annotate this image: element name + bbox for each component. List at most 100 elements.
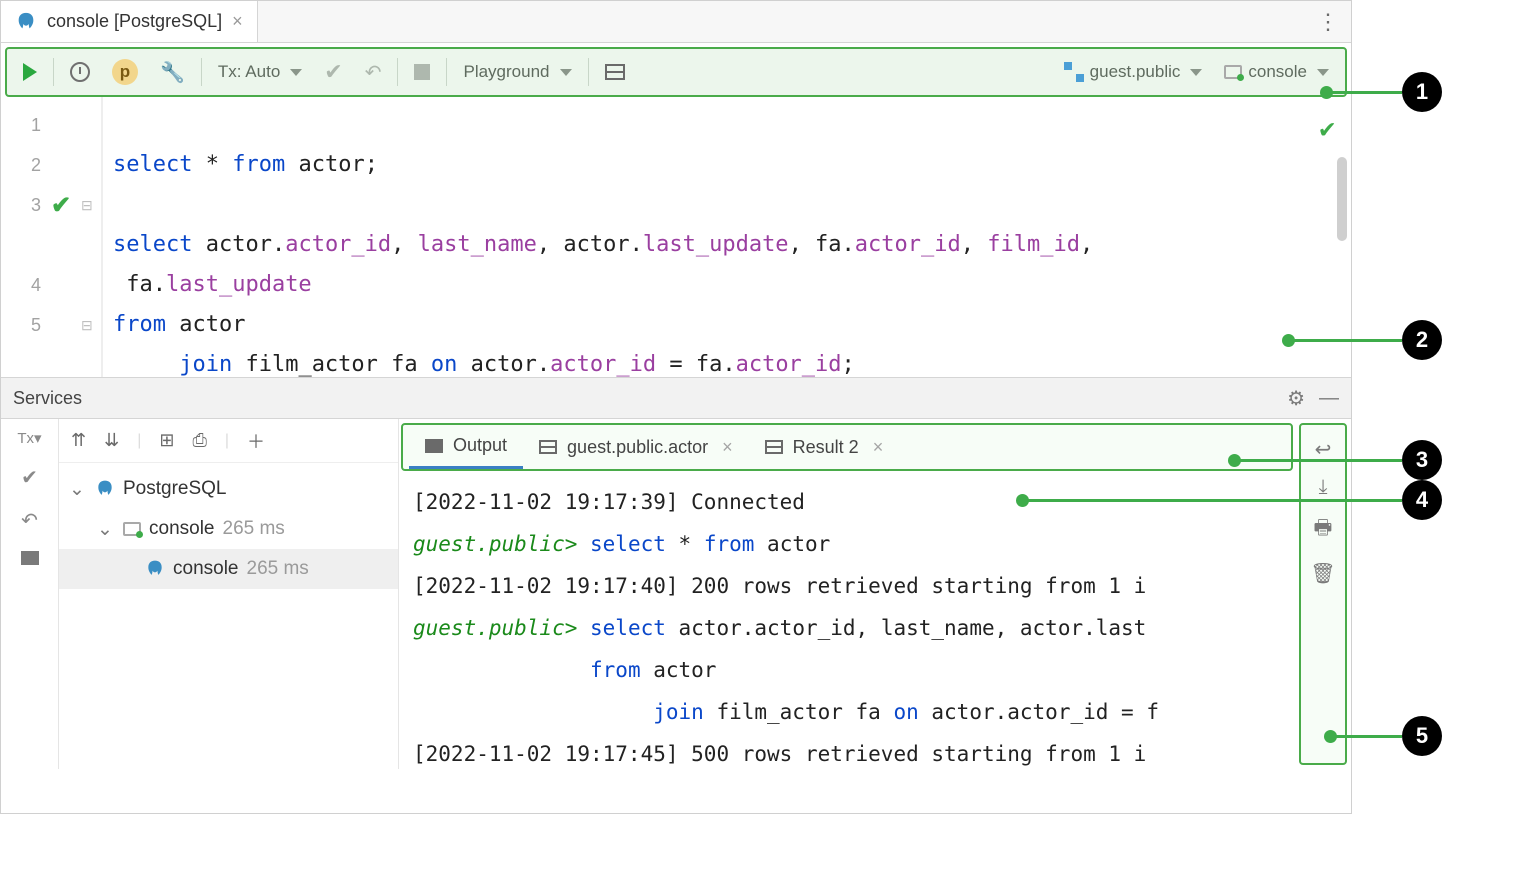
run-line-icon[interactable]: ✔ bbox=[51, 191, 71, 220]
line-number: 4 bbox=[1, 275, 41, 296]
output-icon bbox=[425, 439, 443, 453]
services-settings-icon[interactable]: ⚙ bbox=[1287, 386, 1305, 411]
app-window: console [PostgreSQL] × ⋮ p 🔧 Tx: Auto ✔ … bbox=[0, 0, 1352, 814]
tree-label: console bbox=[173, 558, 239, 580]
console-icon bbox=[1224, 65, 1242, 79]
tree-node-console[interactable]: ⌄ console 265 ms bbox=[59, 509, 398, 549]
close-tab-icon[interactable]: × bbox=[232, 11, 243, 32]
tab-result-2[interactable]: Result 2 × bbox=[749, 425, 900, 469]
callout-number: 1 bbox=[1402, 72, 1442, 112]
tree-node-console-child[interactable]: console 265 ms bbox=[59, 549, 398, 589]
tab-result-actor[interactable]: guest.public.actor × bbox=[523, 425, 749, 469]
schema-dropdown[interactable]: guest.public bbox=[1058, 58, 1209, 86]
chevron-down-icon: ⌄ bbox=[97, 518, 115, 541]
file-tab-bar: console [PostgreSQL] × ⋮ bbox=[1, 1, 1351, 43]
services-minimize-icon[interactable]: — bbox=[1319, 387, 1339, 410]
result-tabs: Output guest.public.actor × Result 2 × bbox=[401, 423, 1293, 471]
session-dropdown[interactable]: console bbox=[1218, 58, 1335, 86]
layout-icon[interactable] bbox=[21, 551, 39, 565]
chevron-down-icon bbox=[290, 69, 302, 76]
view-results-button[interactable] bbox=[599, 60, 631, 84]
close-icon[interactable]: × bbox=[873, 437, 884, 458]
callout-4: 4 bbox=[1028, 480, 1442, 520]
check-icon: ✔ bbox=[324, 59, 342, 85]
schema-label: guest.public bbox=[1090, 62, 1181, 82]
line-number: 5 bbox=[1, 315, 41, 336]
more-options-icon[interactable]: ⋮ bbox=[1303, 9, 1351, 35]
services-body: Tx▾ ✔ ↶ ⇈ ⇊ | ⊞ ⎙ | ＋ ⌄ PostgreSQL bbox=[1, 419, 1351, 769]
file-tab-console[interactable]: console [PostgreSQL] × bbox=[1, 1, 258, 42]
inspection-ok-icon[interactable]: ✔ bbox=[1319, 109, 1335, 149]
callout-3: 3 bbox=[1240, 440, 1442, 480]
sql-editor[interactable]: 1 2 3✔⊟ 4 5⊟ select * from actor; select… bbox=[1, 97, 1351, 377]
line-number: 3 bbox=[1, 195, 41, 216]
history-button[interactable] bbox=[64, 58, 96, 86]
services-tree: ⌄ PostgreSQL ⌄ console 265 ms console 26… bbox=[59, 463, 398, 595]
mode-dropdown[interactable]: Playground bbox=[457, 58, 577, 86]
tx-icon[interactable]: Tx▾ bbox=[17, 429, 41, 447]
callout-number: 2 bbox=[1402, 320, 1442, 360]
grid-icon[interactable]: ⊞ bbox=[159, 430, 174, 451]
chevron-down-icon: ⌄ bbox=[69, 478, 87, 501]
mode-label: Playground bbox=[463, 62, 549, 82]
settings-button[interactable]: 🔧 bbox=[154, 56, 191, 89]
stop-icon bbox=[414, 64, 430, 80]
tree-root[interactable]: ⌄ PostgreSQL bbox=[59, 469, 398, 509]
tab-label: guest.public.actor bbox=[567, 437, 708, 458]
clear-icon[interactable]: 🗑 bbox=[1310, 561, 1335, 586]
commit-button[interactable]: ✔ bbox=[318, 55, 348, 89]
tree-time: 265 ms bbox=[247, 558, 309, 580]
wrench-icon: 🔧 bbox=[160, 60, 185, 85]
services-title: Services bbox=[13, 388, 82, 409]
collapse-all-icon[interactable]: ⇊ bbox=[104, 430, 119, 451]
tab-output[interactable]: Output bbox=[409, 425, 523, 469]
table-icon bbox=[765, 440, 783, 454]
add-icon[interactable]: ＋ bbox=[247, 428, 265, 454]
filter-icon[interactable]: ⎙ bbox=[192, 430, 206, 451]
rollback-icon[interactable]: ↶ bbox=[21, 508, 38, 533]
tx-mode-dropdown[interactable]: Tx: Auto bbox=[212, 58, 308, 86]
postgres-icon bbox=[95, 479, 115, 499]
tab-title: console [PostgreSQL] bbox=[47, 11, 222, 32]
chevron-down-icon bbox=[1317, 69, 1329, 76]
callout-2: 2 bbox=[1294, 320, 1442, 360]
tree-time: 265 ms bbox=[223, 518, 285, 540]
callout-1: 1 bbox=[1332, 72, 1442, 112]
session-label: console bbox=[1248, 62, 1307, 82]
tab-label: Output bbox=[453, 435, 507, 456]
tx-label: Tx: Auto bbox=[218, 62, 280, 82]
rollback-button[interactable]: ↶ bbox=[359, 56, 388, 89]
expand-all-icon[interactable]: ⇈ bbox=[71, 430, 86, 451]
schema-icon bbox=[1064, 62, 1084, 82]
console-icon bbox=[123, 522, 141, 536]
scrollbar-thumb[interactable] bbox=[1337, 157, 1347, 241]
chevron-down-icon bbox=[560, 69, 572, 76]
clock-icon bbox=[70, 62, 90, 82]
run-button[interactable] bbox=[17, 59, 43, 85]
line-number: 1 bbox=[1, 115, 41, 136]
tree-label: console bbox=[149, 518, 215, 540]
postgres-icon bbox=[145, 559, 165, 579]
stop-button[interactable] bbox=[408, 60, 436, 84]
services-tree-toolbar: ⇈ ⇊ | ⊞ ⎙ | ＋ bbox=[59, 419, 398, 463]
services-main: Output guest.public.actor× Result 2× [20… bbox=[399, 419, 1299, 769]
postgres-icon bbox=[15, 11, 37, 33]
chevron-down-icon bbox=[1190, 69, 1202, 76]
line-number: 2 bbox=[1, 155, 41, 176]
table-icon bbox=[605, 64, 625, 80]
close-icon[interactable]: × bbox=[722, 437, 733, 458]
p-badge-icon: p bbox=[112, 59, 138, 85]
code-area[interactable]: select * from actor; select actor.actor_… bbox=[101, 97, 1351, 377]
services-panel-header: Services ⚙ — bbox=[1, 377, 1351, 419]
undo-icon: ↶ bbox=[365, 60, 382, 85]
editor-gutter: 1 2 3✔⊟ 4 5⊟ bbox=[1, 97, 101, 377]
p-badge-button[interactable]: p bbox=[106, 55, 144, 89]
services-tree-panel: ⇈ ⇊ | ⊞ ⎙ | ＋ ⌄ PostgreSQL ⌄ console 26 bbox=[59, 419, 399, 769]
callout-number: 3 bbox=[1402, 440, 1442, 480]
commit-icon[interactable]: ✔ bbox=[21, 465, 38, 490]
tree-label: PostgreSQL bbox=[123, 478, 227, 500]
play-icon bbox=[23, 63, 37, 81]
tab-label: Result 2 bbox=[793, 437, 859, 458]
query-toolbar: p 🔧 Tx: Auto ✔ ↶ Playground guest.public… bbox=[5, 47, 1347, 97]
callout-number: 5 bbox=[1402, 716, 1442, 756]
